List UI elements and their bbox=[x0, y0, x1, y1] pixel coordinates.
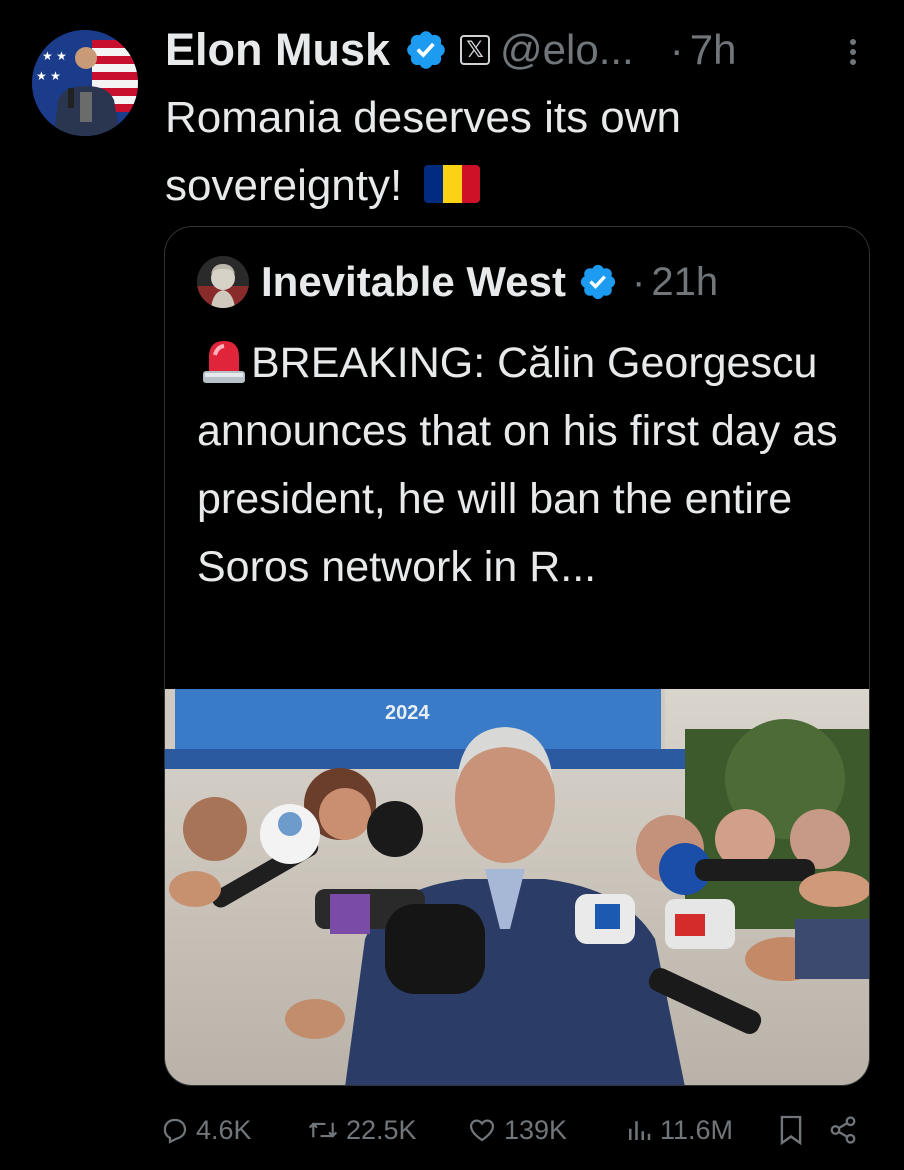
tweet-time[interactable]: 7h bbox=[690, 26, 737, 74]
quoted-author-avatar[interactable] bbox=[197, 256, 249, 308]
tweet-body: Romania deserves its own sovereignty! bbox=[165, 93, 682, 210]
more-options-icon[interactable] bbox=[843, 35, 863, 75]
like-count: 139K bbox=[504, 1114, 568, 1145]
quoted-time[interactable]: 21h bbox=[651, 260, 718, 305]
svg-text:★ ★: ★ ★ bbox=[42, 49, 67, 63]
reply-button[interactable]: 4.6K bbox=[160, 1110, 252, 1150]
repost-count: 22.5K bbox=[346, 1114, 417, 1145]
repost-button[interactable]: 22.5K bbox=[306, 1110, 417, 1150]
quoted-body: BREAKING: Călin Georgescu announces that… bbox=[197, 339, 838, 591]
views-button[interactable]: 11.6M bbox=[624, 1110, 733, 1150]
verified-badge-icon bbox=[580, 264, 616, 300]
quoted-tweet[interactable]: Inevitable West · 21h BREAKING: Călin Ge… bbox=[164, 226, 870, 1086]
tweet-text: Romania deserves its own sovereignty! bbox=[165, 84, 845, 220]
verified-badge-icon bbox=[407, 31, 445, 69]
author-name[interactable]: Elon Musk bbox=[165, 24, 390, 76]
heart-icon bbox=[469, 1119, 495, 1142]
banner-text: 2024 bbox=[385, 702, 430, 724]
author-avatar[interactable]: ★ ★ ★ ★ bbox=[32, 30, 138, 136]
quoted-header: Inevitable West · 21h bbox=[197, 255, 718, 309]
author-handle[interactable]: @elo... bbox=[500, 26, 634, 74]
share-icon bbox=[830, 1116, 856, 1144]
share-button[interactable] bbox=[828, 1110, 864, 1150]
bookmark-button[interactable] bbox=[778, 1110, 810, 1150]
reply-icon bbox=[163, 1118, 187, 1144]
view-count: 11.6M bbox=[660, 1114, 734, 1145]
analytics-icon bbox=[629, 1121, 651, 1140]
like-button[interactable]: 139K bbox=[466, 1110, 567, 1150]
quoted-author-name[interactable]: Inevitable West bbox=[261, 258, 566, 306]
separator-dot: · bbox=[632, 259, 646, 304]
quoted-text: BREAKING: Călin Georgescu announces that… bbox=[197, 329, 857, 601]
svg-text:★ ★: ★ ★ bbox=[36, 69, 61, 83]
profile-photo: ★ ★ ★ ★ bbox=[32, 30, 138, 136]
separator-dot: · bbox=[669, 26, 684, 73]
repost-icon bbox=[308, 1122, 338, 1138]
x-affiliation-icon: 𝕏 bbox=[460, 35, 491, 65]
press-conference-photo[interactable]: 2024 bbox=[165, 689, 870, 1086]
tweet-header: Elon Musk 𝕏 @elo... · 7h bbox=[165, 22, 736, 78]
statue-avatar-icon bbox=[197, 256, 249, 308]
reply-count: 4.6K bbox=[196, 1114, 252, 1145]
tweet-action-bar: 4.6K 22.5K 139K 11.6M bbox=[0, 1100, 904, 1160]
rotating-light-icon bbox=[203, 340, 245, 383]
bookmark-icon bbox=[780, 1115, 802, 1146]
romania-flag-icon bbox=[424, 165, 481, 204]
